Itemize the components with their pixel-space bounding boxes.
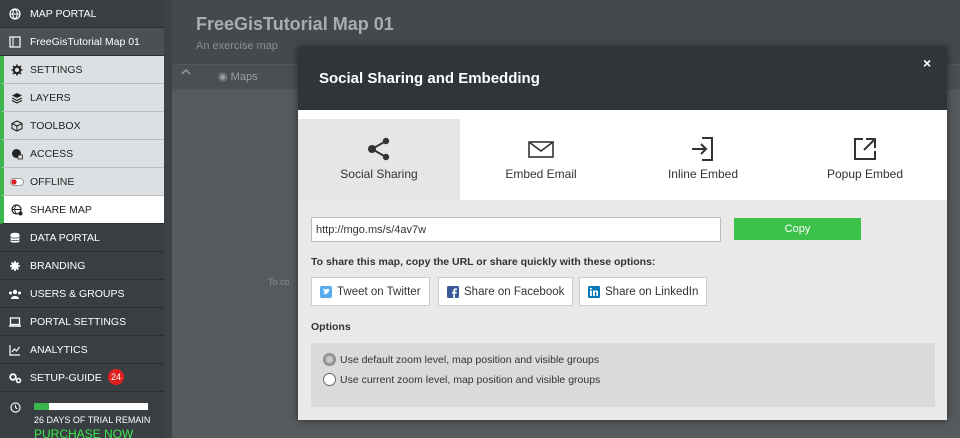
trial-progress-fill [34,403,49,410]
radio-button[interactable] [323,353,336,366]
maps-tab-label: Maps [230,71,258,83]
share-modal: Social Sharing and Embedding × Social Sh… [298,47,947,420]
gear-icon [4,64,30,76]
chart-icon [0,344,30,356]
globe-lock-icon [4,148,30,160]
modal-header: Social Sharing and Embedding × [298,47,947,110]
envelope-icon [460,135,622,163]
purchase-now-link[interactable]: PURCHASE NOW [34,427,133,438]
maps-tab[interactable]: ◉ Maps [218,70,258,83]
tab-label: Popup Embed [826,167,904,181]
share-icon [298,135,460,163]
enter-icon [622,135,784,163]
tab-embed-email[interactable]: Embed Email [460,119,622,200]
share-button-label: Share on LinkedIn [605,285,699,298]
trial-days-text: 26 DAYS OF TRIAL REMAIN [34,415,151,425]
tab-popup-embed[interactable]: Popup Embed [784,119,946,200]
chevron-up-icon[interactable] [180,66,192,80]
sidebar-item-settings[interactable]: SETTINGS [0,56,164,84]
globe-share-icon [4,203,30,216]
linkedin-icon [588,285,600,298]
sidebar-item-label: MAP PORTAL [30,7,97,20]
tab-label: Social Sharing [340,167,418,181]
sidebar-item-label: PORTAL SETTINGS [30,315,127,328]
sidebar-item-label: SETTINGS [30,63,83,76]
sidebar-item-label: BRANDING [30,259,86,272]
external-link-icon [784,135,946,163]
sidebar-item-label: TOOLBOX [30,119,81,132]
page-title: FreeGisTutorial Map 01 [196,14,394,34]
tweet-button[interactable]: Tweet on Twitter [311,277,430,306]
sidebar: MAP PORTAL FreeGisTutorial Map 01 SETTIN… [0,0,164,438]
facebook-share-button[interactable]: Share on Facebook [438,277,574,306]
sidebar-item-label: FreeGisTutorial Map 01 [30,35,140,48]
sidebar-item-label: SHARE MAP [30,203,92,216]
facebook-icon [447,285,459,298]
tab-inline-embed[interactable]: Inline Embed [622,119,784,200]
globe-icon [0,7,30,20]
tab-label: Inline Embed [667,167,739,181]
sidebar-item-access[interactable]: ACCESS [0,140,164,168]
page-subtitle: An exercise map [196,40,278,52]
sidebar-item-analytics[interactable]: ANALYTICS [0,336,164,364]
modal-body: Copy To share this map, copy the URL or … [298,200,947,420]
option-label: Use current zoom level, map position and… [340,373,601,386]
option-label: Use default zoom level, map position and… [340,353,600,366]
share-url-input[interactable] [311,217,721,242]
sidebar-item-portal-settings[interactable]: PORTAL SETTINGS [0,308,164,336]
toggle-icon [4,177,30,186]
sidebar-item-map-portal[interactable]: MAP PORTAL [0,0,164,28]
sidebar-item-label: ACCESS [30,147,74,160]
sidebar-item-layers[interactable]: LAYERS [0,84,164,112]
tab-label: Embed Email [505,167,577,181]
twitter-icon [320,285,332,298]
sidebar-item-label: USERS & GROUPS [30,287,125,300]
globe-icon: ◉ [218,71,228,83]
option-current-zoom[interactable]: Use current zoom level, map position and… [323,373,600,386]
sidebar-item-map[interactable]: FreeGisTutorial Map 01 [0,28,164,56]
sidebar-item-label: OFFLINE [30,175,75,188]
notification-badge: 24 [108,369,124,385]
options-title: Options [311,321,351,333]
sidebar-item-setup-guide[interactable]: SETUP-GUIDE 24 [0,364,164,392]
close-button[interactable]: × [923,55,931,71]
map-icon [0,35,30,48]
linkedin-share-button[interactable]: Share on LinkedIn [579,277,708,306]
option-default-zoom[interactable]: Use default zoom level, map position and… [323,353,599,366]
gears-icon [0,372,30,384]
clock-icon [10,402,21,416]
sidebar-item-label: LAYERS [30,91,71,104]
radio-button[interactable] [323,373,336,386]
gear-small-icon [0,260,30,272]
trial-progress-bar [34,403,148,410]
sidebar-item-label: ANALYTICS [30,343,88,356]
background-hint-text: To co [268,277,290,287]
layers-icon [4,92,30,104]
users-icon [0,288,30,300]
sidebar-item-share-map[interactable]: SHARE MAP [0,196,164,224]
modal-title: Social Sharing and Embedding [319,70,540,87]
sidebar-item-offline[interactable]: OFFLINE [0,168,164,196]
share-button-label: Share on Facebook [464,285,565,298]
sidebar-item-toolbox[interactable]: TOOLBOX [0,112,164,140]
box-icon [4,119,30,132]
sidebar-item-label: SETUP-GUIDE [30,371,102,384]
sidebar-item-users-groups[interactable]: USERS & GROUPS [0,280,164,308]
sidebar-item-label: DATA PORTAL [30,231,100,244]
options-panel: Use default zoom level, map position and… [311,343,935,407]
database-icon [0,232,30,244]
trial-status: 26 DAYS OF TRIAL REMAIN PURCHASE NOW [0,394,164,438]
laptop-icon [0,316,30,328]
copy-button[interactable]: Copy [734,218,861,240]
share-instructions: To share this map, copy the URL or share… [311,256,656,268]
tab-social-sharing[interactable]: Social Sharing [298,119,460,200]
sidebar-item-branding[interactable]: BRANDING [0,252,164,280]
sidebar-item-data-portal[interactable]: DATA PORTAL [0,224,164,252]
share-button-label: Tweet on Twitter [337,285,421,298]
